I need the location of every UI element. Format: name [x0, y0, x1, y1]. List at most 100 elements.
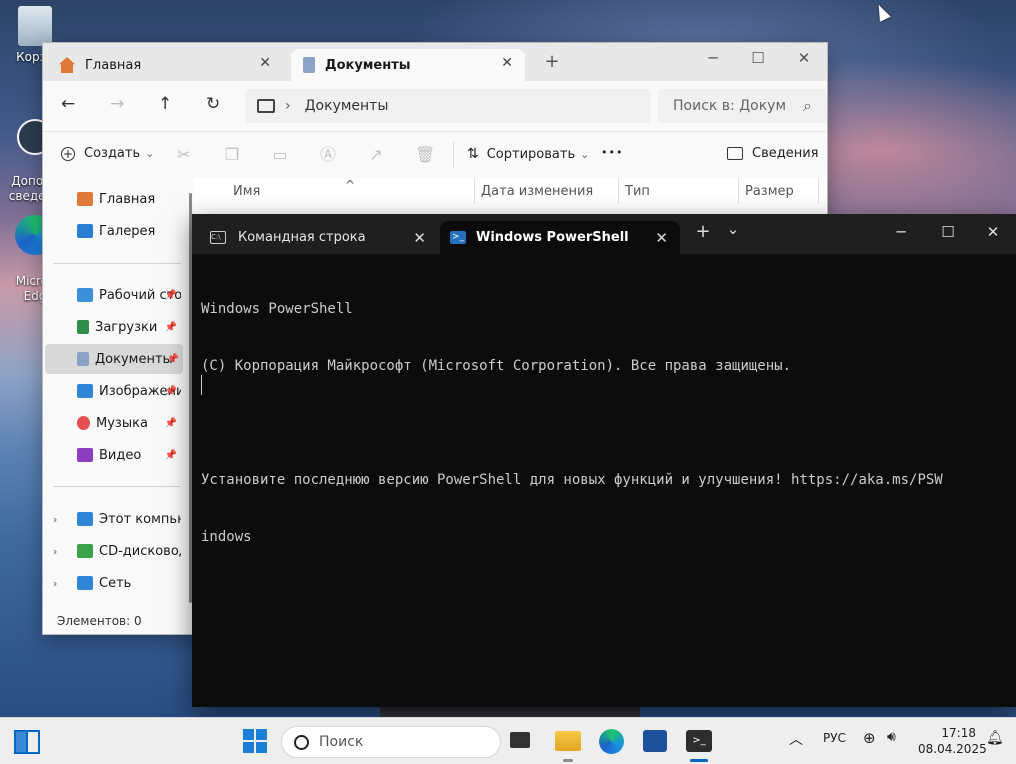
sidebar-item-label: Сеть: [99, 575, 132, 591]
notifications-icon[interactable]: 🔔︎: [986, 730, 1004, 746]
network-icon[interactable]: ⊕: [863, 729, 876, 747]
cd-drive-icon: [77, 544, 93, 558]
new-tab-button[interactable]: +: [529, 51, 575, 72]
start-button[interactable]: [243, 729, 267, 753]
terminal-minimize-button[interactable]: ─: [878, 223, 924, 241]
clock[interactable]: 17:18 08.04.2025: [918, 725, 987, 757]
sidebar-item-videos[interactable]: Видео 📌: [43, 440, 181, 470]
pictures-icon: [77, 384, 93, 398]
sidebar-item-label: Главная: [99, 191, 156, 207]
item-count-status: Элементов: 0: [57, 614, 142, 628]
create-button[interactable]: + Создать ⌄: [61, 146, 154, 161]
column-divider: [474, 178, 475, 204]
column-name[interactable]: Имя: [233, 178, 260, 204]
navigation-pane: Главная Галерея Рабочий сто 📌 Загрузки 📌…: [43, 178, 193, 634]
sidebar-item-this-pc[interactable]: › Этот компьюте: [43, 504, 181, 534]
sidebar-item-network[interactable]: › Сеть: [43, 568, 181, 598]
terminal-close-button[interactable]: ✕: [970, 223, 1016, 241]
details-button[interactable]: Сведения: [727, 146, 819, 161]
terminal-line: (C) Корпорация Майкрософт (Microsoft Cor…: [201, 358, 792, 374]
delete-icon[interactable]: 🗑: [415, 146, 435, 164]
file-explorer-icon[interactable]: [555, 731, 581, 751]
explorer-close-button[interactable]: ✕: [781, 49, 827, 67]
windows-logo-icon: [243, 742, 254, 753]
close-tab-documents-icon[interactable]: ✕: [501, 55, 513, 71]
text-cursor: [201, 375, 202, 395]
terminal-line: Установите последнюю версию PowerShell д…: [201, 472, 943, 488]
store-icon[interactable]: [643, 730, 667, 752]
share-icon[interactable]: ↗: [367, 146, 385, 164]
column-type[interactable]: Тип: [625, 178, 650, 204]
search-placeholder: Поиск в: Докум: [673, 98, 787, 114]
rename-icon[interactable]: Ⓐ: [319, 146, 337, 164]
refresh-button[interactable]: ↻: [206, 94, 220, 114]
desktop-icon: [77, 288, 93, 302]
download-icon: [77, 320, 89, 334]
volume-icon[interactable]: 🔊︎: [887, 729, 896, 745]
forward-button[interactable]: →: [110, 94, 124, 114]
up-button[interactable]: ↑: [158, 94, 172, 114]
terminal-maximize-button[interactable]: ☐: [925, 223, 971, 241]
terminal-output[interactable]: Windows PowerShell (C) Корпорация Майкро…: [201, 262, 1007, 585]
tab-home[interactable]: Главная ✕: [47, 49, 283, 81]
sidebar-item-home[interactable]: Главная: [43, 184, 181, 214]
close-tab-cmd-icon[interactable]: ✕: [413, 229, 426, 247]
explorer-maximize-button[interactable]: ☐: [735, 49, 781, 67]
paste-icon[interactable]: ▭: [271, 146, 289, 164]
column-divider: [618, 178, 619, 204]
language-indicator[interactable]: РУС: [823, 731, 846, 745]
document-icon: [303, 57, 315, 73]
widgets-icon[interactable]: [510, 732, 530, 748]
cut-icon[interactable]: ✂: [175, 146, 193, 164]
sidebar-item-documents[interactable]: Документы 📌: [45, 344, 183, 374]
expand-chevron-icon[interactable]: ›: [53, 545, 57, 558]
column-divider: [738, 178, 739, 204]
copy-icon[interactable]: ❐: [223, 146, 241, 164]
column-size[interactable]: Размер: [745, 178, 794, 204]
sort-button[interactable]: ⇅ Сортировать ⌄: [467, 146, 589, 162]
sidebar-item-downloads[interactable]: Загрузки 📌: [43, 312, 181, 342]
recycle-bin-icon: [18, 6, 52, 46]
explorer-minimize-button[interactable]: ─: [690, 49, 736, 67]
sort-arrow-icon: ^: [345, 178, 356, 192]
sidebar-item-cd-drive[interactable]: › CD-дисковод (D: [43, 536, 181, 566]
sidebar-item-music[interactable]: Музыка 📌: [43, 408, 181, 438]
column-divider: [818, 178, 819, 204]
powershell-icon: >_: [450, 231, 466, 244]
sidebar-item-label: Музыка: [96, 415, 148, 431]
terminal-dropdown-button[interactable]: ⌄: [710, 220, 756, 238]
command-prompt-icon: C:\: [210, 231, 226, 244]
create-dropdown-icon: ⌄: [145, 147, 155, 160]
sidebar-item-gallery[interactable]: Галерея: [43, 216, 181, 246]
tab-powershell[interactable]: >_ Windows PowerShell ✕: [440, 221, 680, 254]
column-date-modified[interactable]: Дата изменения: [481, 178, 593, 204]
pin-icon: 📌: [166, 353, 179, 365]
explorer-command-bar: + Создать ⌄ ✂ ❐ ▭ Ⓐ ↗ 🗑 ⇅ Сортировать ⌄ …: [43, 131, 827, 179]
terminal-icon[interactable]: >_: [686, 730, 712, 752]
address-bar[interactable]: › Документы: [245, 89, 651, 123]
sort-label: Сортировать: [486, 146, 576, 162]
clock-time: 17:18: [941, 726, 976, 740]
taskbar-search[interactable]: Поиск: [281, 726, 501, 758]
search-input[interactable]: Поиск в: Докум ⌕: [658, 89, 827, 123]
task-view-icon[interactable]: [14, 730, 40, 754]
tray-overflow-icon[interactable]: ︿: [789, 729, 803, 749]
pin-icon: 📌: [164, 289, 177, 301]
close-tab-powershell-icon[interactable]: ✕: [655, 229, 668, 247]
close-tab-home-icon[interactable]: ✕: [259, 55, 271, 71]
plus-circle-icon: +: [61, 146, 75, 161]
more-options-button[interactable]: •••: [601, 146, 623, 159]
sort-icon: ⇅: [467, 146, 479, 162]
document-icon: [77, 352, 89, 366]
tab-documents[interactable]: Документы ✕: [291, 49, 525, 81]
tab-command-prompt[interactable]: C:\ Командная строка ✕: [198, 221, 438, 254]
sidebar-item-pictures[interactable]: Изображени 📌: [43, 376, 181, 406]
edge-icon[interactable]: [599, 729, 624, 754]
expand-chevron-icon[interactable]: ›: [53, 513, 57, 526]
monitor-icon: [257, 99, 275, 113]
sidebar-item-label: Этот компьюте: [99, 511, 181, 527]
home-icon: [77, 192, 93, 206]
expand-chevron-icon[interactable]: ›: [53, 577, 57, 590]
sidebar-item-desktop[interactable]: Рабочий сто 📌: [43, 280, 181, 310]
back-button[interactable]: ←: [61, 94, 75, 114]
